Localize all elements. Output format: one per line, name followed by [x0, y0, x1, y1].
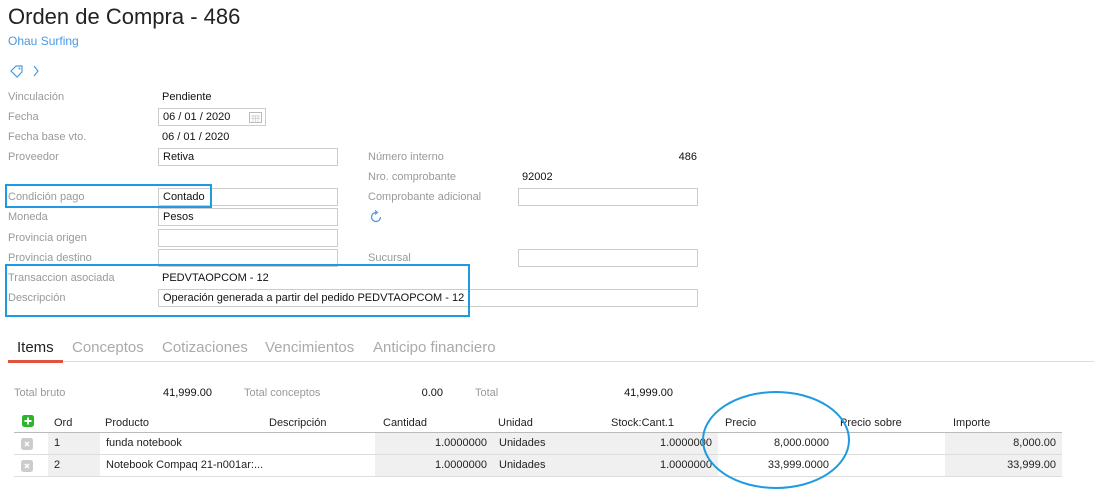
delete-row-icon[interactable] [21, 460, 33, 472]
comprobante-adicional-label: Comprobante adicional [368, 191, 482, 203]
proveedor-label: Proveedor [8, 151, 59, 163]
fecha-input[interactable]: 06 / 01 / 2020 [158, 108, 266, 126]
tabs-divider [8, 361, 1094, 362]
col-producto: Producto [105, 417, 150, 429]
calendar-icon[interactable] [249, 111, 262, 123]
tab-vencimientos[interactable]: Vencimientos [265, 339, 354, 356]
refresh-icon[interactable] [369, 210, 383, 224]
col-stock: Stock:Cant.1 [611, 417, 674, 429]
highlight-transaccion [5, 264, 470, 317]
cell-descripcion [265, 433, 375, 454]
total-bruto-value: 41,999.00 [163, 387, 212, 399]
vinculacion-value: Pendiente [162, 91, 212, 103]
sucursal-label: Sucursal [368, 252, 411, 264]
sucursal-input[interactable] [518, 249, 698, 267]
cell-ord: 2 [48, 455, 100, 476]
cell-cantidad: 1.0000000 [375, 455, 493, 476]
comprobante-adicional-input[interactable] [518, 188, 698, 206]
chevron-right-icon[interactable] [32, 64, 40, 78]
proveedor-input[interactable]: Retiva [158, 148, 338, 166]
moneda-label: Moneda [8, 211, 48, 223]
cell-descripcion [265, 455, 375, 476]
fecha-base-label: Fecha base vto. [8, 131, 87, 143]
supplier-link[interactable]: Ohau Surfing [8, 34, 79, 48]
cell-unidad: Unidades [493, 433, 605, 454]
fecha-base-year: 2020 [204, 131, 230, 143]
annotation-ellipse [702, 391, 850, 489]
page-title: Orden de Compra - 486 [8, 4, 241, 29]
col-importe: Importe [953, 417, 991, 429]
moneda-input[interactable]: Pesos [158, 208, 338, 226]
total-label: Total [475, 387, 499, 399]
tab-items[interactable]: Items [17, 339, 54, 356]
cell-importe: 33,999.00 [945, 455, 1062, 476]
fecha-year: 2020 [205, 111, 231, 123]
total-value: 41,999.00 [624, 387, 673, 399]
numero-interno-value: 486 [678, 151, 697, 163]
total-conceptos-value: 0.00 [421, 387, 443, 399]
total-bruto-label: Total bruto [14, 387, 66, 399]
nro-comprobante-label: Nro. comprobante [368, 171, 457, 183]
cell-unidad: Unidades [493, 455, 605, 476]
tab-conceptos[interactable]: Conceptos [72, 339, 144, 356]
tag-icon[interactable] [9, 64, 25, 78]
vinculacion-label: Vinculación [8, 91, 65, 103]
fecha-day: 06 [163, 111, 176, 123]
highlight-condicion-pago [5, 184, 212, 208]
col-cantidad: Cantidad [383, 417, 428, 429]
provincia-destino-label: Provincia destino [8, 252, 92, 264]
cell-importe: 8,000.00 [945, 433, 1062, 454]
tab-cotizaciones[interactable]: Cotizaciones [162, 339, 248, 356]
provincia-origen-label: Provincia origen [8, 232, 87, 244]
fecha-base-value: 06 / 01 / 2020 [162, 131, 230, 143]
fecha-label: Fecha [8, 111, 39, 123]
fecha-base-day: 06 [162, 131, 175, 143]
cell-producto: funda notebook [106, 437, 182, 449]
add-row-icon[interactable] [22, 415, 34, 427]
cell-producto: Notebook Compaq 21-n001ar:... [106, 459, 264, 471]
fecha-month: 01 [184, 111, 197, 123]
col-descripcion: Descripción [269, 417, 327, 429]
cell-cantidad: 1.0000000 [375, 433, 493, 454]
numero-interno-label: Número interno [368, 151, 444, 163]
col-ord: Ord [54, 417, 73, 429]
nro-comprobante-value: 92002 [522, 171, 553, 183]
row-divider [14, 476, 1062, 477]
provincia-origen-input[interactable] [158, 229, 338, 247]
tab-anticipo-financiero[interactable]: Anticipo financiero [373, 339, 496, 356]
fecha-base-month: 01 [183, 131, 196, 143]
total-conceptos-label: Total conceptos [244, 387, 321, 399]
col-unidad: Unidad [498, 417, 533, 429]
active-tab-indicator [8, 360, 63, 363]
delete-row-icon[interactable] [21, 438, 33, 450]
cell-ord: 1 [48, 433, 100, 454]
